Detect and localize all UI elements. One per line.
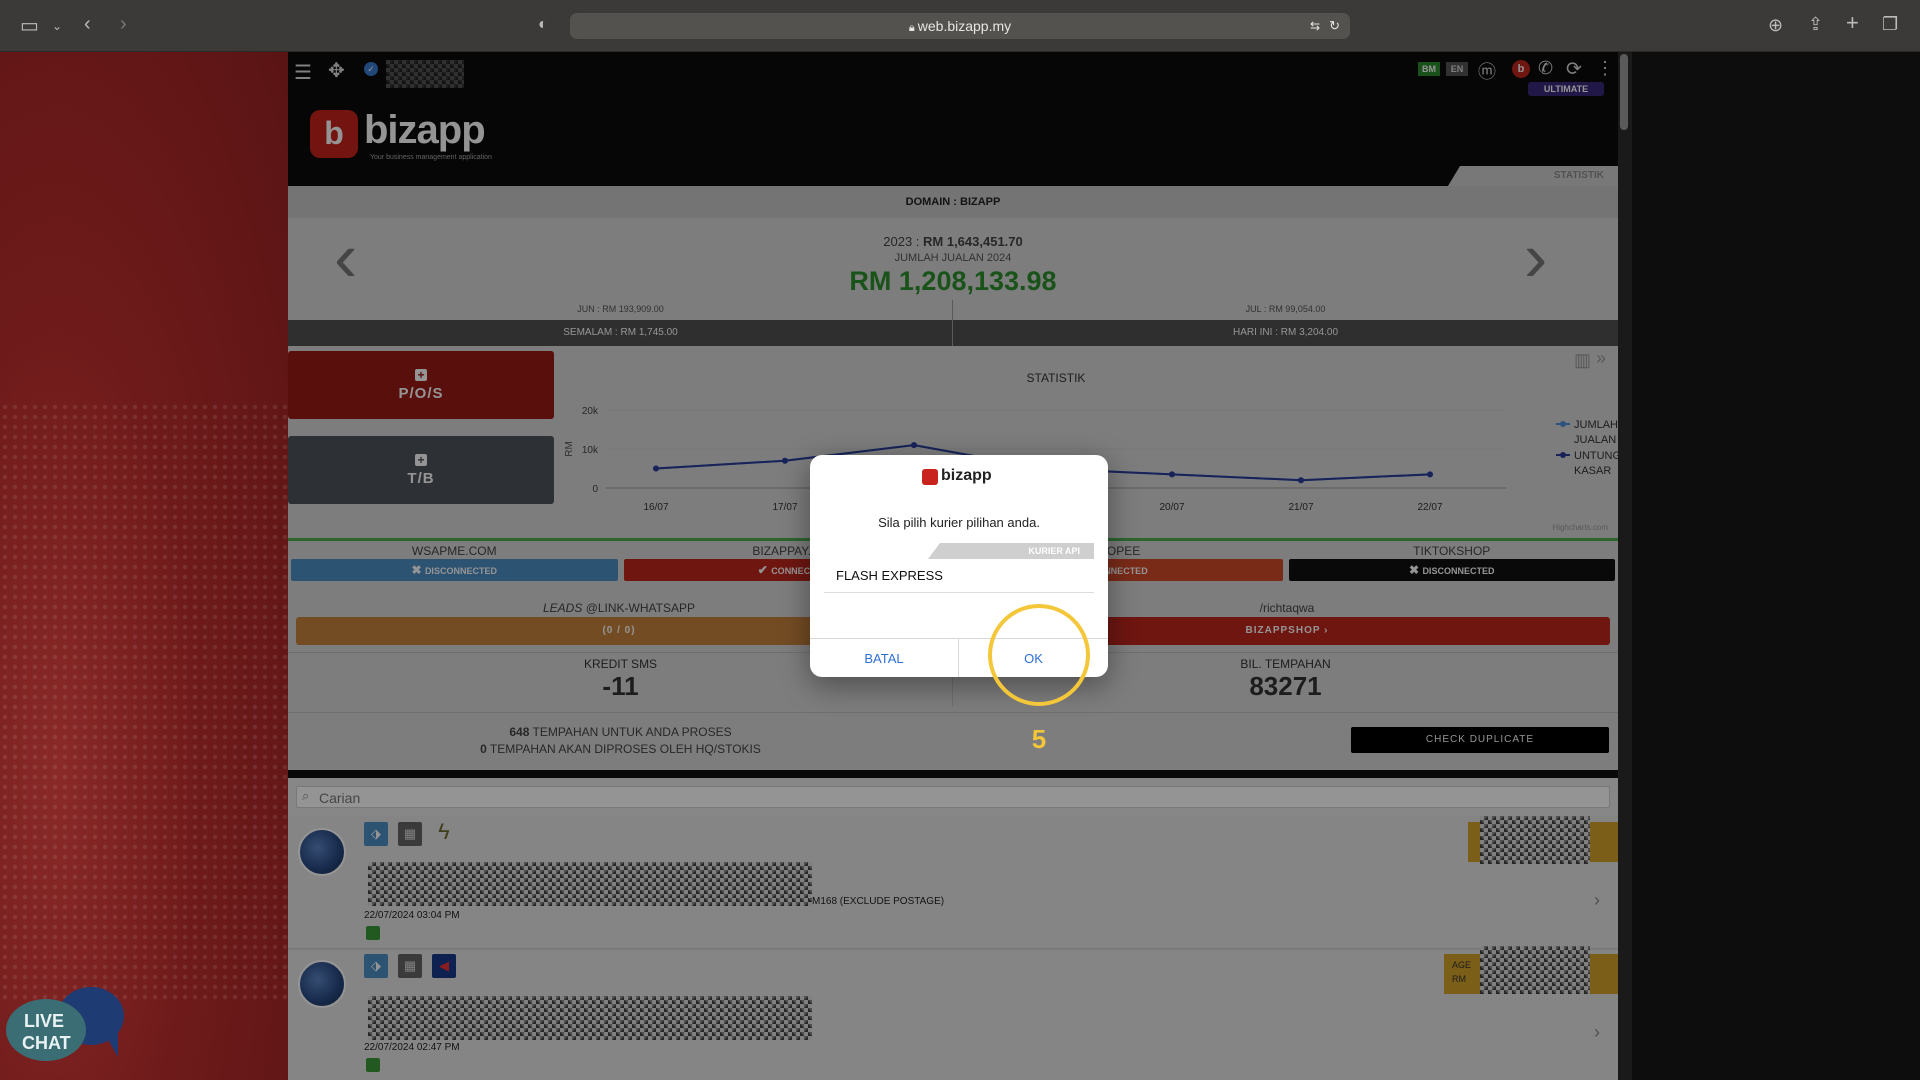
share-icon[interactable]: ⇪ <box>1808 14 1823 34</box>
cancel-button[interactable]: BATAL <box>810 639 959 677</box>
courier-select[interactable]: FLASH EXPRESS <box>824 559 1094 593</box>
highlight-ring <box>988 604 1090 706</box>
step-number: 5 <box>1031 724 1047 754</box>
new-tab-icon[interactable]: + <box>1846 12 1859 34</box>
background-left <box>0 52 288 1080</box>
sidebar-toggle-icon[interactable]: ▭ <box>20 16 39 36</box>
bizapp-logo-icon <box>922 469 938 485</box>
livechat-line-1: LIVE <box>24 1011 65 1031</box>
translate-icon[interactable]: ⇆ <box>1310 13 1320 39</box>
forward-icon[interactable]: › <box>120 14 127 34</box>
browser-toolbar: ▭ ⌄ ‹ › ◐ 🔒︎ web.bizapp.my ⇆ ↻ ⊕ ⇪ + ❐ <box>0 0 1920 52</box>
livechat-line-2: CHAT <box>22 1033 71 1053</box>
scrollbar[interactable] <box>1618 52 1632 1080</box>
url-text: web.bizapp.my <box>917 18 1012 34</box>
shield-icon[interactable]: ◐ <box>538 15 548 35</box>
world-map-pattern <box>0 402 288 1002</box>
dialog-brand: bizapp <box>941 467 992 484</box>
download-icon[interactable]: ⊕ <box>1768 15 1783 35</box>
dialog-message: Sila pilih kurier pilihan anda. <box>878 515 1040 530</box>
courier-field-label: KURIER API <box>928 543 1094 559</box>
chevron-down-icon[interactable]: ⌄ <box>52 16 62 36</box>
live-chat-button[interactable]: LIVE CHAT <box>6 985 126 1070</box>
back-icon[interactable]: ‹ <box>84 14 91 34</box>
chat-bubble-tail-icon <box>102 1029 118 1057</box>
address-bar[interactable]: 🔒︎ web.bizapp.my ⇆ ↻ <box>570 13 1350 39</box>
courier-field-header: KURIER API <box>824 543 1094 559</box>
background-right <box>1632 52 1920 1080</box>
reload-icon[interactable]: ↻ <box>1329 13 1340 39</box>
scrollbar-thumb[interactable] <box>1620 54 1628 130</box>
tabs-overview-icon[interactable]: ❐ <box>1882 14 1898 34</box>
lock-icon: 🔒︎ <box>908 22 918 34</box>
